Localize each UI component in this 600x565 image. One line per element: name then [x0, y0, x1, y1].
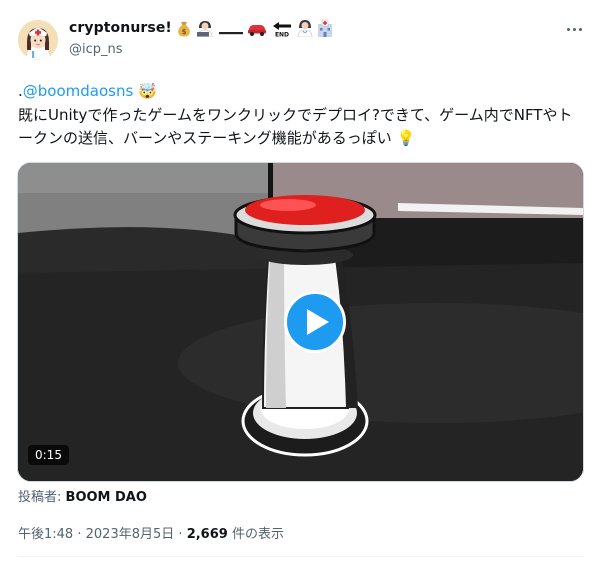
tweet-line-1: .@boomdaosns 🤯 [18, 80, 583, 104]
nurse-avatar-icon [18, 20, 58, 60]
avatar[interactable] [18, 20, 58, 60]
dash-icon [218, 32, 243, 35]
divider [18, 556, 583, 557]
tweet-line-3-text: ークンの送信、バーンやステーキング機能があるっぽい [18, 129, 392, 147]
car-icon [247, 25, 266, 36]
tweet-line-3: ークンの送信、バーンやステーキング機能があるっぽい 💡 [18, 127, 583, 151]
svg-text:$: $ [181, 28, 186, 36]
tweet-line-2: 既にUnityで作ったゲームをワンクリックでデプロイ?できて、ゲーム内でNFTや… [18, 105, 573, 124]
view-count[interactable]: 2,669 [187, 527, 228, 542]
person-at-laptop-icon [196, 21, 213, 37]
play-button[interactable] [284, 291, 346, 353]
meta-separator: · [77, 527, 82, 542]
money-bag-icon: $ [178, 22, 190, 37]
author-name-row[interactable]: cryptonurse! $ END [69, 19, 334, 37]
more-dot-icon [566, 27, 570, 31]
health-worker-icon [297, 20, 313, 37]
more-dot-icon [572, 27, 576, 31]
more-dot-icon [578, 27, 582, 31]
play-icon [307, 309, 329, 335]
video-duration: 0:15 [28, 445, 69, 465]
poster-name-link[interactable]: BOOM DAO [66, 490, 147, 505]
hospital-icon [317, 19, 332, 37]
meta-separator: · [178, 527, 183, 542]
author-handle[interactable]: @icp_ns [69, 42, 123, 57]
svg-text:END: END [275, 32, 289, 38]
poster-label: 投稿者: [18, 490, 62, 505]
mention-link[interactable]: @boomdaosns [23, 82, 134, 100]
video-player[interactable]: 0:15 [17, 162, 584, 482]
more-options-button[interactable] [563, 20, 585, 38]
end-arrow-icon: END [272, 22, 291, 38]
view-count-label: 件の表示 [231, 527, 284, 542]
media-attribution: 投稿者: BOOM DAO [18, 486, 147, 505]
tweet-text: .@boomdaosns 🤯 既にUnityで作ったゲームをワンクリックでデプロ… [18, 80, 583, 151]
light-bulb-emoji: 💡 [396, 129, 416, 147]
author-name-emoji: $ END [176, 19, 334, 37]
tweet-time[interactable]: 午後1:48 [18, 527, 73, 542]
tweet-date[interactable]: 2023年8月5日 [86, 527, 175, 542]
tweet-meta: 午後1:48 · 2023年8月5日 · 2,669 件の表示 [18, 523, 284, 542]
exploding-head-emoji: 🤯 [138, 82, 157, 100]
author-display-name[interactable]: cryptonurse! [69, 20, 172, 36]
